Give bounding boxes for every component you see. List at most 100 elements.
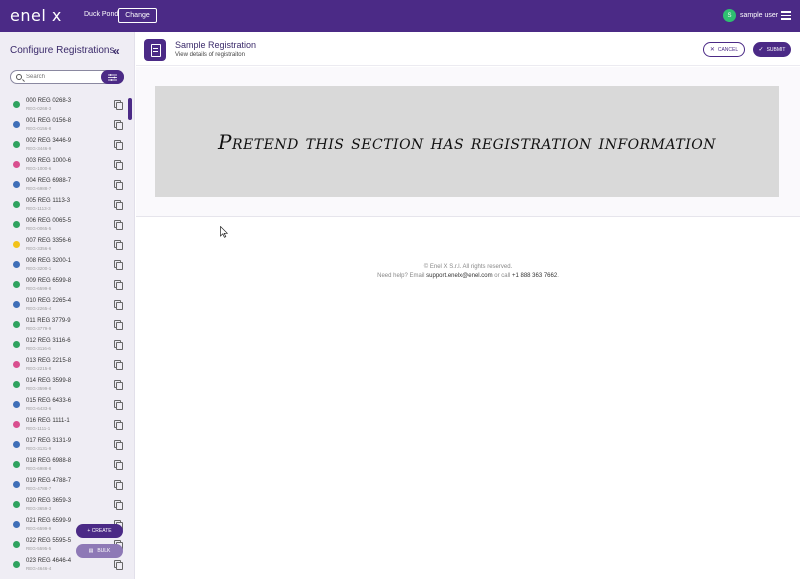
filter-button[interactable] (101, 70, 124, 84)
copy-icon[interactable] (114, 460, 123, 470)
support-email-link[interactable]: support.enelx@enel.com (426, 273, 492, 279)
copy-icon[interactable] (114, 240, 123, 250)
submit-button[interactable]: ✓ SUBMIT (753, 42, 791, 57)
copy-icon[interactable] (114, 400, 123, 410)
copy-icon[interactable] (114, 560, 123, 570)
bulk-button[interactable]: ▤ BULK (76, 544, 123, 558)
registration-id: REG-6988-7 (26, 186, 52, 191)
status-dot (13, 541, 20, 548)
status-dot (13, 501, 20, 508)
registration-name: 016 REG 1111-1 (26, 418, 70, 424)
list-item[interactable]: 013 REG 2215-8 REG-2215-8 (0, 356, 130, 376)
registration-id: REG-2265-4 (26, 306, 52, 311)
registration-id: REG-5595-5 (26, 546, 52, 551)
chevron-double-left-icon[interactable]: « (113, 44, 120, 58)
copy-icon[interactable] (114, 480, 123, 490)
registration-name: 015 REG 6433-6 (26, 398, 72, 404)
registration-id: REG-3356-6 (26, 246, 52, 251)
status-dot (13, 401, 20, 408)
copy-icon[interactable] (114, 360, 123, 370)
help-line: Need help? Email support.enelx@enel.com … (136, 272, 800, 281)
top-bar: enel x Duck Pond Change S sample user (0, 0, 800, 32)
help-prefix: Need help? Email (377, 273, 425, 279)
enel-x-logo[interactable]: enel x (10, 6, 62, 25)
create-button[interactable]: + CREATE (76, 524, 123, 538)
sidebar: Configure Registrations « 000 REG 0268-3… (0, 32, 135, 579)
support-phone-link[interactable]: +1 888 363 7662 (512, 273, 557, 279)
copy-icon[interactable] (114, 160, 123, 170)
change-site-button[interactable]: Change (118, 8, 157, 23)
list-item[interactable]: 004 REG 6988-7 REG-6988-7 (0, 176, 130, 196)
registration-id: REG-3200-1 (26, 266, 52, 271)
page-header: Sample Registration View details of regi… (136, 32, 800, 66)
list-item[interactable]: 018 REG 6988-8 REG-6988-8 (0, 456, 130, 476)
copy-icon[interactable] (114, 100, 123, 110)
status-dot (13, 481, 20, 488)
status-dot (13, 521, 20, 528)
search-icon (16, 74, 22, 80)
list-item[interactable]: 019 REG 4788-7 REG-4788-7 (0, 476, 130, 496)
placeholder-text: Pretend this section has registration in… (218, 129, 716, 154)
list-item[interactable]: 000 REG 0268-3 REG-0268-3 (0, 96, 130, 116)
or-call: or call (494, 273, 511, 279)
list-item[interactable]: 008 REG 3200-1 REG-3200-1 (0, 256, 130, 276)
copy-icon[interactable] (114, 260, 123, 270)
list-item[interactable]: 010 REG 2265-4 REG-2265-4 (0, 296, 130, 316)
search-input[interactable] (26, 72, 96, 82)
list-item[interactable]: 011 REG 3779-9 REG-3779-9 (0, 316, 130, 336)
registration-id: REG-3599-8 (26, 386, 52, 391)
registration-name: 006 REG 0065-5 (26, 218, 72, 224)
registration-id: REG-3779-9 (26, 326, 52, 331)
list-item[interactable]: 001 REG 0156-8 REG-0156-8 (0, 116, 130, 136)
copy-icon[interactable] (114, 220, 123, 230)
registration-list: 000 REG 0268-3 REG-0268-3 001 REG 0156-8 RE… (0, 96, 130, 576)
registration-name: 013 REG 2215-8 (26, 358, 72, 364)
check-icon: ✓ (758, 47, 764, 53)
copy-icon[interactable] (114, 440, 123, 450)
copy-icon[interactable] (114, 120, 123, 130)
copy-icon[interactable] (114, 320, 123, 330)
registration-name: 002 REG 3446-9 (26, 138, 72, 144)
status-dot (13, 101, 20, 108)
list-item[interactable]: 002 REG 3446-9 REG-3446-9 (0, 136, 130, 156)
menu-icon[interactable] (781, 11, 791, 20)
list-item[interactable]: 012 REG 3116-6 REG-3116-6 (0, 336, 130, 356)
list-item[interactable]: 003 REG 1000-6 REG-1000-6 (0, 156, 130, 176)
copy-icon[interactable] (114, 300, 123, 310)
list-item[interactable]: 014 REG 3599-8 REG-3599-8 (0, 376, 130, 396)
list-item[interactable]: 006 REG 0065-5 REG-0065-5 (0, 216, 130, 236)
site-name: Duck Pond (84, 11, 119, 18)
copy-icon[interactable] (114, 280, 123, 290)
status-dot (13, 381, 20, 388)
copy-icon[interactable] (114, 420, 123, 430)
registration-id: REG-6433-6 (26, 406, 52, 411)
user-name[interactable]: sample user (740, 12, 778, 19)
copy-icon[interactable] (114, 200, 123, 210)
list-item[interactable]: 015 REG 6433-6 REG-6433-6 (0, 396, 130, 416)
copy-icon[interactable] (114, 380, 123, 390)
registration-name: 022 REG 5595-5 (26, 538, 72, 544)
registration-id: REG-1111-1 (26, 426, 51, 431)
copy-icon[interactable] (114, 340, 123, 350)
cancel-button[interactable]: ✕ CANCEL (703, 42, 745, 57)
copy-icon[interactable] (114, 500, 123, 510)
list-item[interactable]: 009 REG 6599-8 REG-6599-8 (0, 276, 130, 296)
avatar[interactable]: S (723, 9, 736, 22)
status-dot (13, 221, 20, 228)
copy-icon[interactable] (114, 180, 123, 190)
status-dot (13, 241, 20, 248)
list-item[interactable]: 020 REG 3659-3 REG-3659-3 (0, 496, 130, 516)
copy-icon[interactable] (114, 140, 123, 150)
status-dot (13, 181, 20, 188)
list-item[interactable]: 017 REG 3131-9 REG-3131-9 (0, 436, 130, 456)
list-item[interactable]: 007 REG 3356-6 REG-3356-6 (0, 236, 130, 256)
status-dot (13, 421, 20, 428)
registration-name: 021 REG 6599-9 (26, 518, 72, 524)
list-item[interactable]: 023 REG 4646-4 REG-4646-4 (0, 556, 130, 576)
page-subtitle: View details of registraiton (175, 52, 245, 58)
list-item[interactable]: 016 REG 1111-1 REG-1111-1 (0, 416, 130, 436)
list-item[interactable]: 005 REG 1113-3 REG-1113-3 (0, 196, 130, 216)
registration-name: 009 REG 6599-8 (26, 278, 72, 284)
scrollbar[interactable] (128, 98, 132, 120)
status-dot (13, 201, 20, 208)
